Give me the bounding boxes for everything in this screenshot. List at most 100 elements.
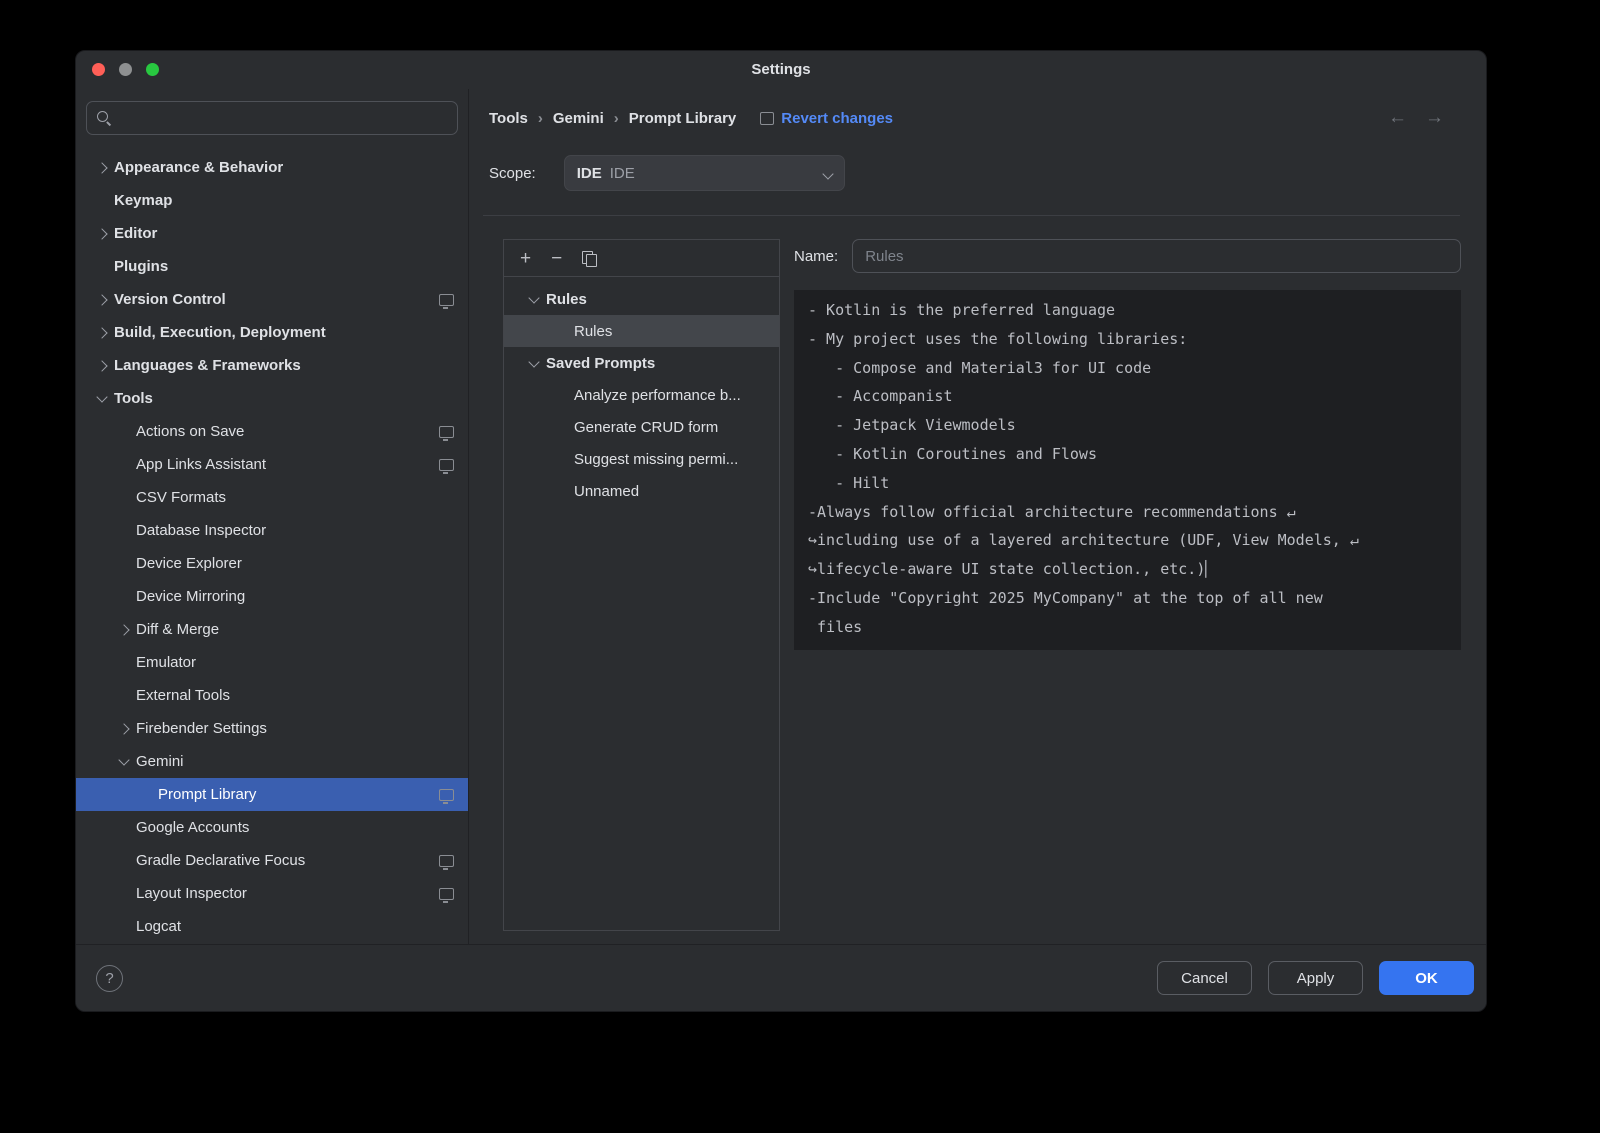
sidebar-item-label: CSV Formats [136,489,226,506]
prompt-item-generate-crud-form[interactable]: Generate CRUD form [504,411,779,443]
sidebar-item-actions-on-save[interactable]: Actions on Save [76,415,468,448]
sidebar-item-version-control[interactable]: Version Control [76,283,468,316]
scope-label: Scope: [489,165,536,182]
sidebar-item-plugins[interactable]: Plugins [76,250,468,283]
sidebar-item-languages-frameworks[interactable]: Languages & Frameworks [76,349,468,382]
prompt-text-line: ↪including use of a layered architecture… [808,526,1447,555]
revert-changes[interactable]: Revert changes [760,110,893,127]
prompt-tree: RulesRules Saved Prompts Analyze performan… [504,277,779,507]
chevron-right-icon[interactable] [90,296,114,304]
sidebar-item-appearance-behavior[interactable]: Appearance & Behavior [76,151,468,184]
chevron-right-icon[interactable] [112,725,136,733]
dialog-buttons: Cancel Apply OK [1157,961,1474,995]
divider [483,215,1460,216]
prompt-group-label: Saved Prompts [546,355,655,372]
search-icon [96,110,112,126]
prompt-group-rules[interactable]: Rules [504,283,779,315]
chevron-down-icon [824,165,832,182]
sidebar-item-label: Database Inspector [136,522,266,539]
prompt-item-rules[interactable]: Rules [504,315,779,347]
prompt-text-line: -Always follow official architecture rec… [808,498,1447,527]
ok-button[interactable]: OK [1379,961,1474,995]
sidebar-item-external-tools[interactable]: External Tools [76,679,468,712]
sidebar-item-firebender-settings[interactable]: Firebender Settings [76,712,468,745]
prompt-list-toolbar: + − [504,240,779,277]
add-prompt-button[interactable]: + [520,249,531,268]
help-button[interactable]: ? [96,965,123,992]
settings-search[interactable] [86,101,458,135]
settings-tree: Appearance & Behavior Keymap EditorPlugins… [76,151,468,943]
sidebar-item-label: Version Control [114,291,226,308]
screen-icon [439,294,454,306]
sidebar-item-editor[interactable]: Editor [76,217,468,250]
sidebar-item-device-mirroring[interactable]: Device Mirroring [76,580,468,613]
sidebar-item-build-execution-deployment[interactable]: Build, Execution, Deployment [76,316,468,349]
cancel-button[interactable]: Cancel [1157,961,1252,995]
sidebar-item-label: Build, Execution, Deployment [114,324,326,341]
prompt-item-label: Unnamed [574,483,639,500]
sidebar-item-database-inspector[interactable]: Database Inspector [76,514,468,547]
prompt-group-saved-prompts[interactable]: Saved Prompts [504,347,779,379]
screen-icon [439,459,454,471]
screen-icon [439,855,454,867]
scope-badge: IDE [577,165,602,182]
prompt-text-line: - Kotlin is the preferred language [808,296,1447,325]
sidebar-item-layout-inspector[interactable]: Layout Inspector [76,877,468,910]
prompt-text-editor[interactable]: - Kotlin is the preferred language- My p… [794,290,1461,650]
settings-sidebar: Appearance & Behavior Keymap EditorPlugins… [76,89,469,945]
sidebar-item-diff-merge[interactable]: Diff & Merge [76,613,468,646]
chevron-right-icon[interactable] [112,626,136,634]
sidebar-item-keymap[interactable]: Keymap [76,184,468,217]
prompt-text-line: files [808,613,1447,642]
prompt-item-unnamed[interactable]: Unnamed [504,475,779,507]
chevron-right-icon[interactable] [90,230,114,238]
sidebar-item-tools[interactable]: Tools [76,382,468,415]
chevron-right-icon[interactable] [90,164,114,172]
chevron-down-icon[interactable] [90,396,114,401]
sidebar-item-device-explorer[interactable]: Device Explorer [76,547,468,580]
screen-icon [439,426,454,438]
sidebar-item-app-links-assistant[interactable]: App Links Assistant [76,448,468,481]
sidebar-item-label: Firebender Settings [136,720,267,737]
sidebar-item-label: App Links Assistant [136,456,266,473]
revert-icon [760,112,774,125]
scope-dropdown[interactable]: IDE IDE [564,155,845,191]
chevron-down-icon[interactable] [112,759,136,764]
prompt-text-line: - Kotlin Coroutines and Flows [808,440,1447,469]
remove-prompt-button[interactable]: − [551,249,562,268]
sidebar-item-label: Languages & Frameworks [114,357,301,374]
sidebar-item-label: Prompt Library [158,786,256,803]
copy-prompt-button[interactable] [582,251,597,266]
sidebar-item-label: Tools [114,390,153,407]
sidebar-item-logcat[interactable]: Logcat [76,910,468,943]
sidebar-item-gemini[interactable]: Gemini [76,745,468,778]
prompt-item-analyze-performance-b[interactable]: Analyze performance b... [504,379,779,411]
prompt-name-input[interactable] [852,239,1461,273]
prompt-text-line: - Accompanist [808,382,1447,411]
back-arrow-icon[interactable]: ← [1388,107,1407,129]
search-input[interactable] [118,109,448,127]
apply-button[interactable]: Apply [1268,961,1363,995]
sidebar-item-google-accounts[interactable]: Google Accounts [76,811,468,844]
prompt-item-label: Suggest missing permi... [574,451,738,468]
chevron-down-icon[interactable] [522,297,546,302]
breadcrumb-separator: › [614,110,619,127]
breadcrumb-gemini[interactable]: Gemini [553,110,604,127]
chevron-right-icon[interactable] [90,329,114,337]
breadcrumb: Tools › Gemini › Prompt Library Revert c… [469,89,1486,129]
prompt-item-suggest-missing-permi[interactable]: Suggest missing permi... [504,443,779,475]
forward-arrow-icon[interactable]: → [1425,107,1444,129]
prompt-text-line: -Include "Copyright 2025 MyCompany" at t… [808,584,1447,613]
prompt-editor-pane: Name: - Kotlin is the preferred language… [794,239,1461,650]
sidebar-item-prompt-library[interactable]: Prompt Library [76,778,468,811]
scope-row: Scope: IDE IDE [469,155,1486,191]
scope-value: IDE [610,165,635,182]
revert-changes-link[interactable]: Revert changes [781,110,893,127]
sidebar-item-label: Keymap [114,192,172,209]
breadcrumb-tools[interactable]: Tools [489,110,528,127]
chevron-down-icon[interactable] [522,361,546,366]
sidebar-item-csv-formats[interactable]: CSV Formats [76,481,468,514]
chevron-right-icon[interactable] [90,362,114,370]
sidebar-item-gradle-declarative-focus[interactable]: Gradle Declarative Focus [76,844,468,877]
sidebar-item-emulator[interactable]: Emulator [76,646,468,679]
